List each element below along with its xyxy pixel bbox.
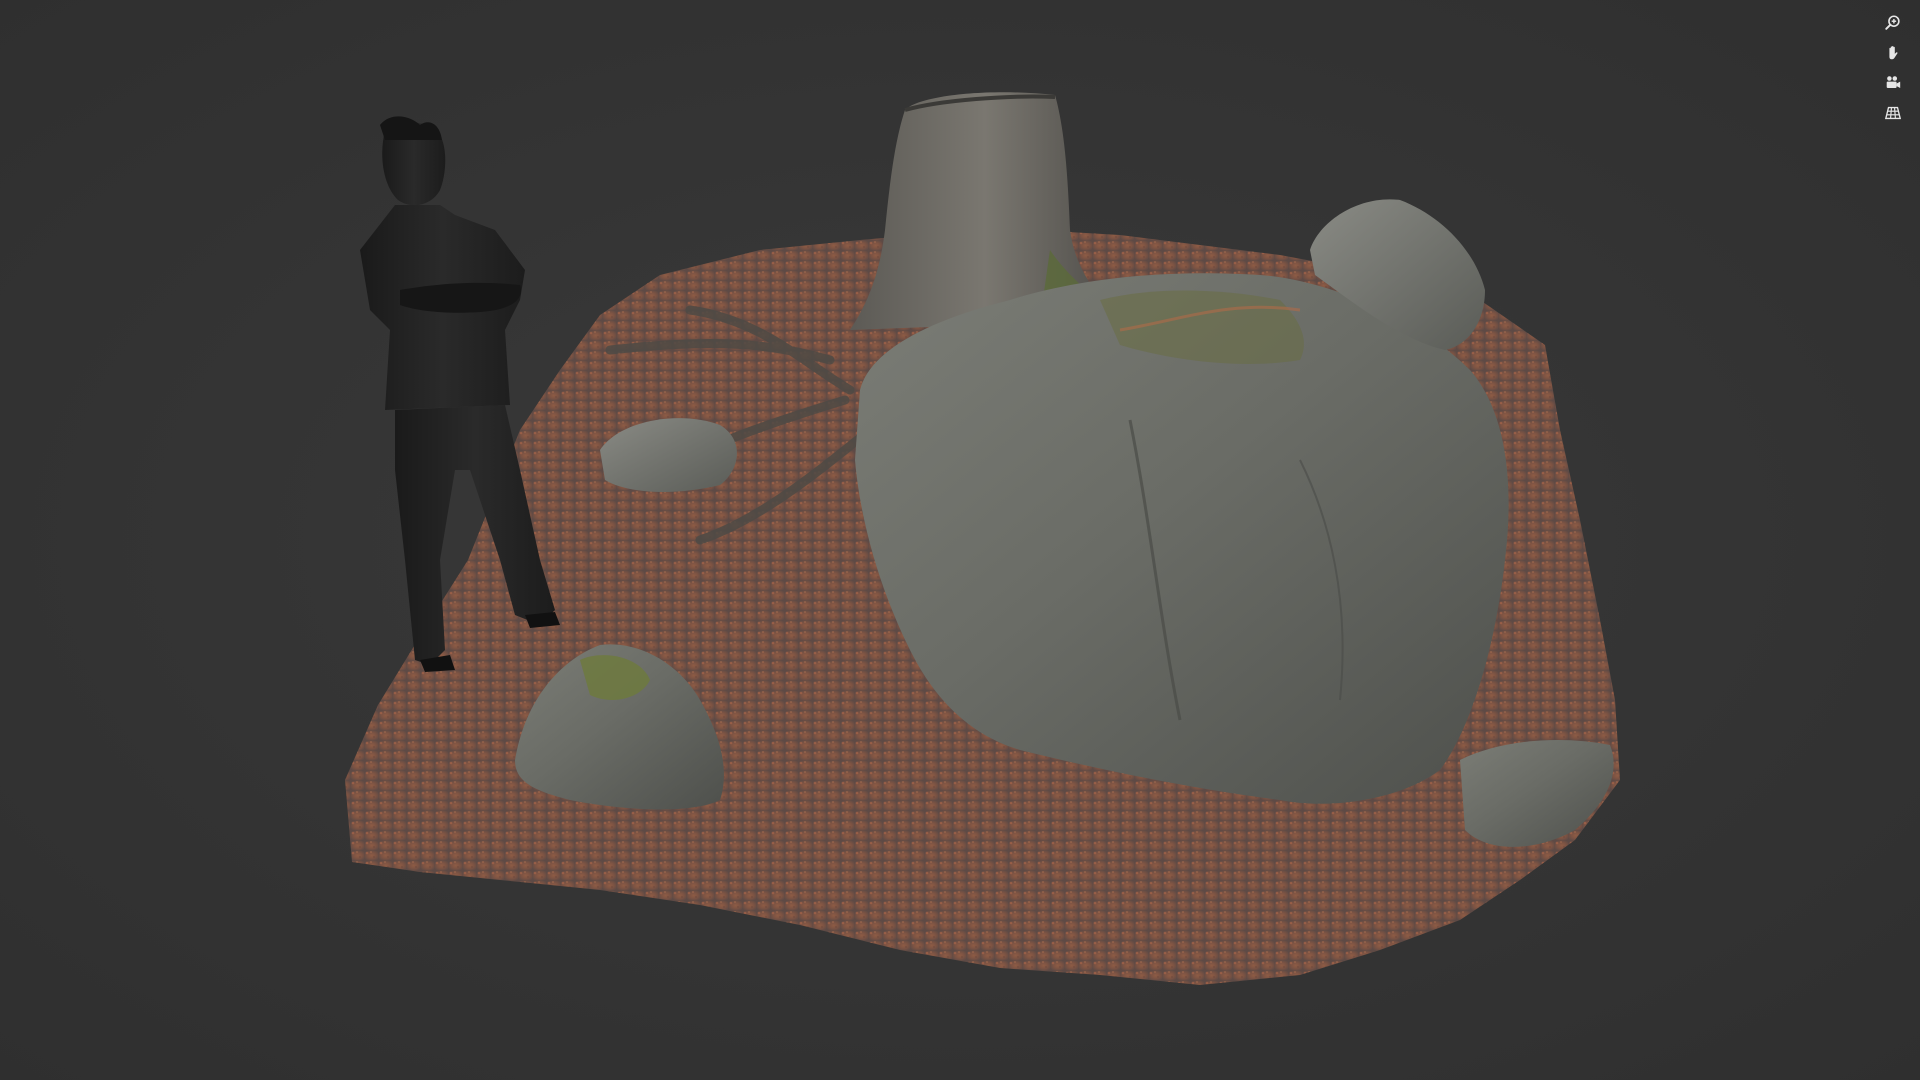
pan-button[interactable] xyxy=(1880,40,1906,66)
viewer-toolbar xyxy=(1878,10,1908,126)
right-edge-rock xyxy=(1460,740,1614,847)
zoom-button[interactable] xyxy=(1880,10,1906,36)
camera-icon xyxy=(1886,76,1901,88)
scene-canvas[interactable] xyxy=(0,0,1920,1080)
grid-icon xyxy=(1884,106,1902,120)
zoom-icon xyxy=(1885,15,1900,30)
pan-hand-icon xyxy=(1889,46,1898,60)
3d-viewport[interactable] xyxy=(0,0,1920,1080)
grid-button[interactable] xyxy=(1880,100,1906,126)
camera-button[interactable] xyxy=(1880,70,1906,96)
